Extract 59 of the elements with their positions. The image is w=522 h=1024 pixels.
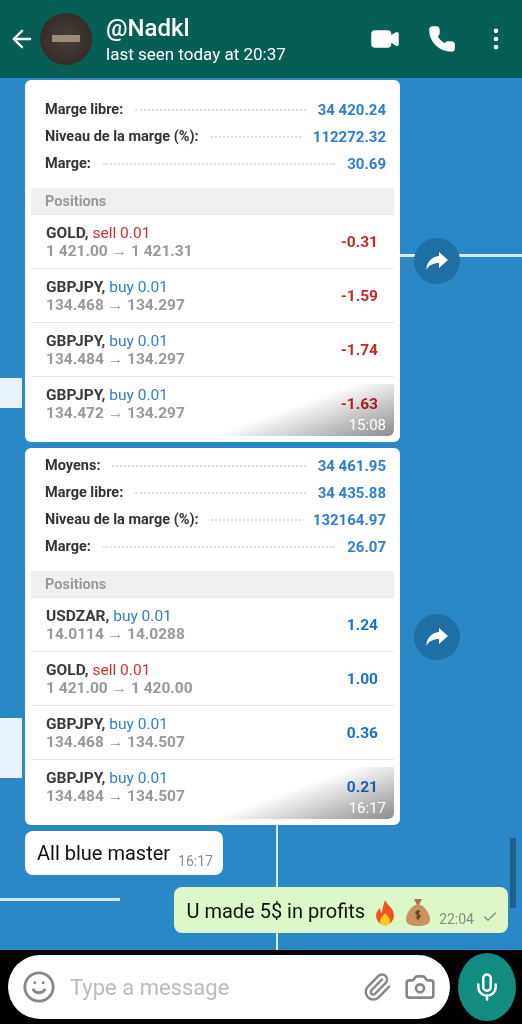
section-title: Positions [45, 575, 107, 593]
summary-value: 34 435.88 [317, 483, 386, 502]
message-time: 16:17 [178, 853, 213, 869]
position-title: GOLD, sell 0.01 [46, 660, 152, 679]
position-title: GBPJPY, buy 0.01 [46, 277, 169, 296]
message-time: 22:04 [439, 911, 474, 927]
position-prices: 134.484 → 134.507 [46, 786, 185, 805]
share-arrow-icon [425, 626, 449, 647]
position-title: GBPJPY, buy 0.01 [46, 768, 169, 787]
phone-icon[interactable] [428, 25, 456, 53]
summary-value: 30.69 [347, 154, 386, 173]
position-profit: -1.59 [340, 286, 378, 305]
mic-button[interactable] [458, 953, 516, 1021]
last-seen: last seen today at 20:37 [106, 44, 287, 64]
summary-label: Marge: [45, 155, 91, 172]
message-text: U made 5$ in profits [186, 899, 366, 925]
message-text: All blue master [37, 841, 171, 867]
emoji-icon[interactable] [22, 970, 56, 1004]
position-profit: 1.00 [346, 669, 378, 688]
position-profit: -0.31 [340, 232, 378, 251]
summary-value: 26.07 [347, 537, 386, 556]
position-title: USDZAR, buy 0.01 [46, 606, 173, 625]
attach-icon[interactable] [362, 972, 392, 1002]
position-title: GBPJPY, buy 0.01 [46, 385, 169, 404]
position-prices: 134.484 → 134.297 [46, 349, 185, 368]
position-profit: 0.21 [346, 777, 378, 796]
position-prices: 134.472 → 134.297 [46, 403, 185, 422]
position-title: GOLD, sell 0.01 [46, 223, 152, 242]
summary-label: Marge: [45, 538, 91, 555]
position-profit: -1.74 [340, 340, 378, 359]
summary-value: 34 420.24 [317, 100, 386, 119]
message-field[interactable]: Type a message [8, 955, 450, 1019]
position-prices: 134.468 → 134.297 [46, 295, 185, 314]
position-prices: 14.0114 → 14.0288 [46, 624, 185, 643]
trade-screenshot[interactable] [25, 80, 400, 442]
position-title: GBPJPY, buy 0.01 [46, 714, 169, 733]
position-profit: 0.36 [346, 723, 378, 742]
summary-value: 34 461.95 [317, 456, 386, 475]
message-time: 16:17 [348, 799, 386, 817]
summary-label: Moyens: [45, 457, 101, 474]
summary-value: 112272.32 [312, 127, 386, 146]
summary-label: Marge libre: [45, 101, 124, 118]
position-prices: 1 421.00 → 1 420.00 [46, 678, 193, 697]
share-arrow-icon [425, 251, 449, 271]
contact-name: @Nadkl [106, 14, 191, 42]
trade-screenshot[interactable] [25, 448, 400, 825]
message-time: 15:08 [348, 416, 386, 434]
summary-value: 132164.97 [312, 510, 386, 529]
summary-label: Niveau de la marge (%): [45, 511, 199, 528]
position-prices: 134.468 → 134.507 [46, 732, 185, 751]
position-profit: -1.63 [340, 394, 378, 413]
money-bag-icon [405, 897, 432, 927]
section-title: Positions [45, 192, 107, 210]
position-title: GBPJPY, buy 0.01 [46, 331, 169, 350]
summary-label: Niveau de la marge (%): [45, 128, 199, 145]
summary-label: Marge libre: [45, 484, 124, 501]
position-profit: 1.24 [346, 615, 378, 634]
avatar[interactable] [40, 13, 92, 65]
position-prices: 1 421.00 → 1 421.31 [46, 241, 193, 260]
